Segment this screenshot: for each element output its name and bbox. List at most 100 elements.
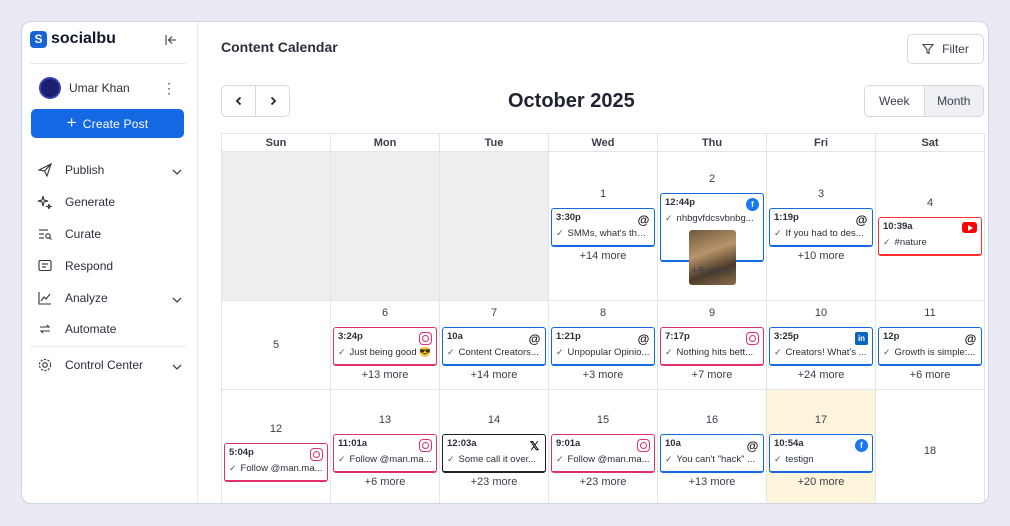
scheduled-post[interactable]: 10:54a f testign xyxy=(769,434,873,473)
post-time: 3:30p xyxy=(556,212,581,223)
scheduled-post[interactable]: 12p @Growth is simple:... xyxy=(878,327,982,366)
post-text: testign xyxy=(774,454,868,465)
chevron-down-icon[interactable] xyxy=(171,361,183,373)
scheduled-post[interactable]: 1:19p @If you had to des... xyxy=(769,208,873,247)
send-icon xyxy=(37,162,52,178)
calendar-day-cell[interactable]: 15 9:01a Follow @man.ma... +23 more xyxy=(549,390,658,503)
calendar-day-cell[interactable]: 4 10:39a#nature xyxy=(876,152,985,301)
scheduled-post[interactable]: 3:30p @SMMs, what's the... xyxy=(551,208,655,247)
post-time: 1:21p xyxy=(556,331,581,342)
instagram-icon xyxy=(637,439,650,452)
filter-button[interactable]: Filter xyxy=(907,34,984,64)
post-text: Just being good 😎 xyxy=(338,347,432,358)
prev-month-button[interactable] xyxy=(222,86,256,116)
sidebar-item-generate[interactable]: Generate xyxy=(37,194,115,210)
threads-icon: @ xyxy=(855,212,868,227)
chevron-down-icon[interactable] xyxy=(171,294,183,306)
more-posts-link[interactable]: +23 more xyxy=(549,476,657,488)
calendar-day-cell[interactable] xyxy=(331,152,440,301)
scheduled-post[interactable]: 9:01a Follow @man.ma... xyxy=(551,434,655,473)
calendar-day-cell[interactable]: 18 xyxy=(876,390,985,503)
collapse-sidebar-icon[interactable] xyxy=(164,33,178,47)
scheduled-post[interactable]: 10:39a#nature xyxy=(878,217,982,256)
scheduled-post[interactable]: 12:03a 𝕏Some call it over... xyxy=(442,434,546,473)
calendar-day-cell[interactable]: 10 3:25p in Creators! What's ... +24 more xyxy=(767,301,876,390)
more-posts-link[interactable]: +7 more xyxy=(658,369,766,381)
more-posts-link[interactable]: +14 more xyxy=(440,369,548,381)
more-posts-link[interactable]: +6 more xyxy=(331,476,439,488)
more-posts-link[interactable]: +23 more xyxy=(440,476,548,488)
more-posts-link[interactable]: +24 more xyxy=(767,369,875,381)
more-posts-link[interactable]: +13 more xyxy=(658,476,766,488)
curate-icon xyxy=(39,229,52,240)
calendar-day-cell[interactable]: 9 7:17p Nothing hits bett... +7 more xyxy=(658,301,767,390)
sidebar-item-respond[interactable]: Respond xyxy=(37,258,113,274)
filter-label: Filter xyxy=(942,42,969,56)
sidebar-item-publish[interactable]: Publish xyxy=(37,162,104,178)
app-logo[interactable]: S socialbu xyxy=(30,30,116,48)
more-posts-link[interactable]: +14 more xyxy=(549,250,657,262)
scheduled-post[interactable]: 3:25p in Creators! What's ... xyxy=(769,327,873,366)
scheduled-post[interactable]: 1:21p @Unpopular Opinio... xyxy=(551,327,655,366)
chevron-left-icon xyxy=(235,96,241,106)
day-number: 17 xyxy=(814,414,828,426)
sidebar-item-control-center[interactable]: Control Center xyxy=(37,357,143,373)
message-icon xyxy=(38,259,52,272)
next-month-button[interactable] xyxy=(256,86,289,116)
calendar-day-cell[interactable]: 13 11:01a Follow @man.ma... +6 more xyxy=(331,390,440,503)
more-posts-link[interactable]: +10 more xyxy=(767,250,875,262)
calendar-day-cell[interactable] xyxy=(440,152,549,301)
more-posts-link[interactable]: +3 more xyxy=(549,369,657,381)
scheduled-post[interactable]: 5:04p Follow @man.ma... xyxy=(224,443,328,482)
threads-icon: @ xyxy=(746,438,759,453)
post-text: SMMs, what's the... xyxy=(556,228,650,239)
divider xyxy=(30,346,186,347)
day-number: 7 xyxy=(490,307,498,319)
calendar-day-cell[interactable]: 11 12p @Growth is simple:... +6 more xyxy=(876,301,985,390)
calendar-day-cell[interactable]: 5 xyxy=(222,301,331,390)
post-time: 11:01a xyxy=(338,438,368,449)
more-posts-link[interactable]: +6 more xyxy=(658,265,766,277)
instagram-icon xyxy=(746,332,759,345)
create-post-button[interactable]: + Create Post xyxy=(31,109,184,138)
youtube-icon xyxy=(962,222,977,233)
week-view-button[interactable]: Week xyxy=(865,86,924,116)
scheduled-post[interactable]: 10a @You can't "hack" ... xyxy=(660,434,764,473)
post-time: 12p xyxy=(883,331,900,342)
create-post-label: Create Post xyxy=(82,116,149,131)
post-time: 3:24p xyxy=(338,331,363,342)
sidebar-item-curate[interactable]: Curate xyxy=(37,226,101,242)
repeat-icon xyxy=(39,324,51,334)
calendar-day-cell[interactable]: 14 12:03a 𝕏Some call it over... +23 more xyxy=(440,390,549,503)
month-view-button[interactable]: Month xyxy=(923,86,983,116)
more-posts-link[interactable]: +13 more xyxy=(331,369,439,381)
day-number: 6 xyxy=(381,307,389,319)
scheduled-post[interactable]: 11:01a Follow @man.ma... xyxy=(333,434,437,473)
sidebar-item-automate[interactable]: Automate xyxy=(37,321,116,337)
more-posts-link[interactable]: +20 more xyxy=(767,476,875,488)
day-number: 18 xyxy=(923,445,937,457)
calendar-day-cell[interactable]: 2 12:44p f nhbgvfdcsvbnbg... +6 more xyxy=(658,152,767,301)
scheduled-post[interactable]: 10a @Content Creators... xyxy=(442,327,546,366)
scheduled-post[interactable]: 12:44p f nhbgvfdcsvbnbg... xyxy=(660,193,764,285)
calendar-day-cell[interactable]: 3 1:19p @If you had to des... +10 more xyxy=(767,152,876,301)
scheduled-post[interactable]: 3:24p Just being good 😎 xyxy=(333,327,437,366)
chevron-down-icon[interactable] xyxy=(171,166,183,178)
calendar-day-cell[interactable]: 17 10:54a f testign +20 more xyxy=(767,390,876,503)
threads-icon: @ xyxy=(637,212,650,227)
sidebar-item-analyze[interactable]: Analyze xyxy=(37,290,108,306)
calendar-day-cell[interactable]: 6 3:24p Just being good 😎 +13 more xyxy=(331,301,440,390)
more-posts-link[interactable]: +6 more xyxy=(876,369,984,381)
calendar-day-cell[interactable]: 16 10a @You can't "hack" ... +13 more xyxy=(658,390,767,503)
calendar-day-cell[interactable]: 8 1:21p @Unpopular Opinio... +3 more xyxy=(549,301,658,390)
calendar-day-cell[interactable]: 1 3:30p @SMMs, what's the... +14 more xyxy=(549,152,658,301)
calendar-day-cell[interactable] xyxy=(222,152,331,301)
calendar-day-cell[interactable]: 12 5:04p Follow @man.ma... xyxy=(222,390,331,503)
user-profile[interactable]: Umar Khan xyxy=(39,77,130,99)
day-number: 15 xyxy=(596,414,610,426)
more-options-icon[interactable]: ⋮ xyxy=(162,80,176,97)
day-number: 5 xyxy=(272,339,280,351)
scheduled-post[interactable]: 7:17p Nothing hits bett... xyxy=(660,327,764,366)
calendar-day-cell[interactable]: 7 10a @Content Creators... +14 more xyxy=(440,301,549,390)
x-icon: 𝕏 xyxy=(528,438,541,453)
